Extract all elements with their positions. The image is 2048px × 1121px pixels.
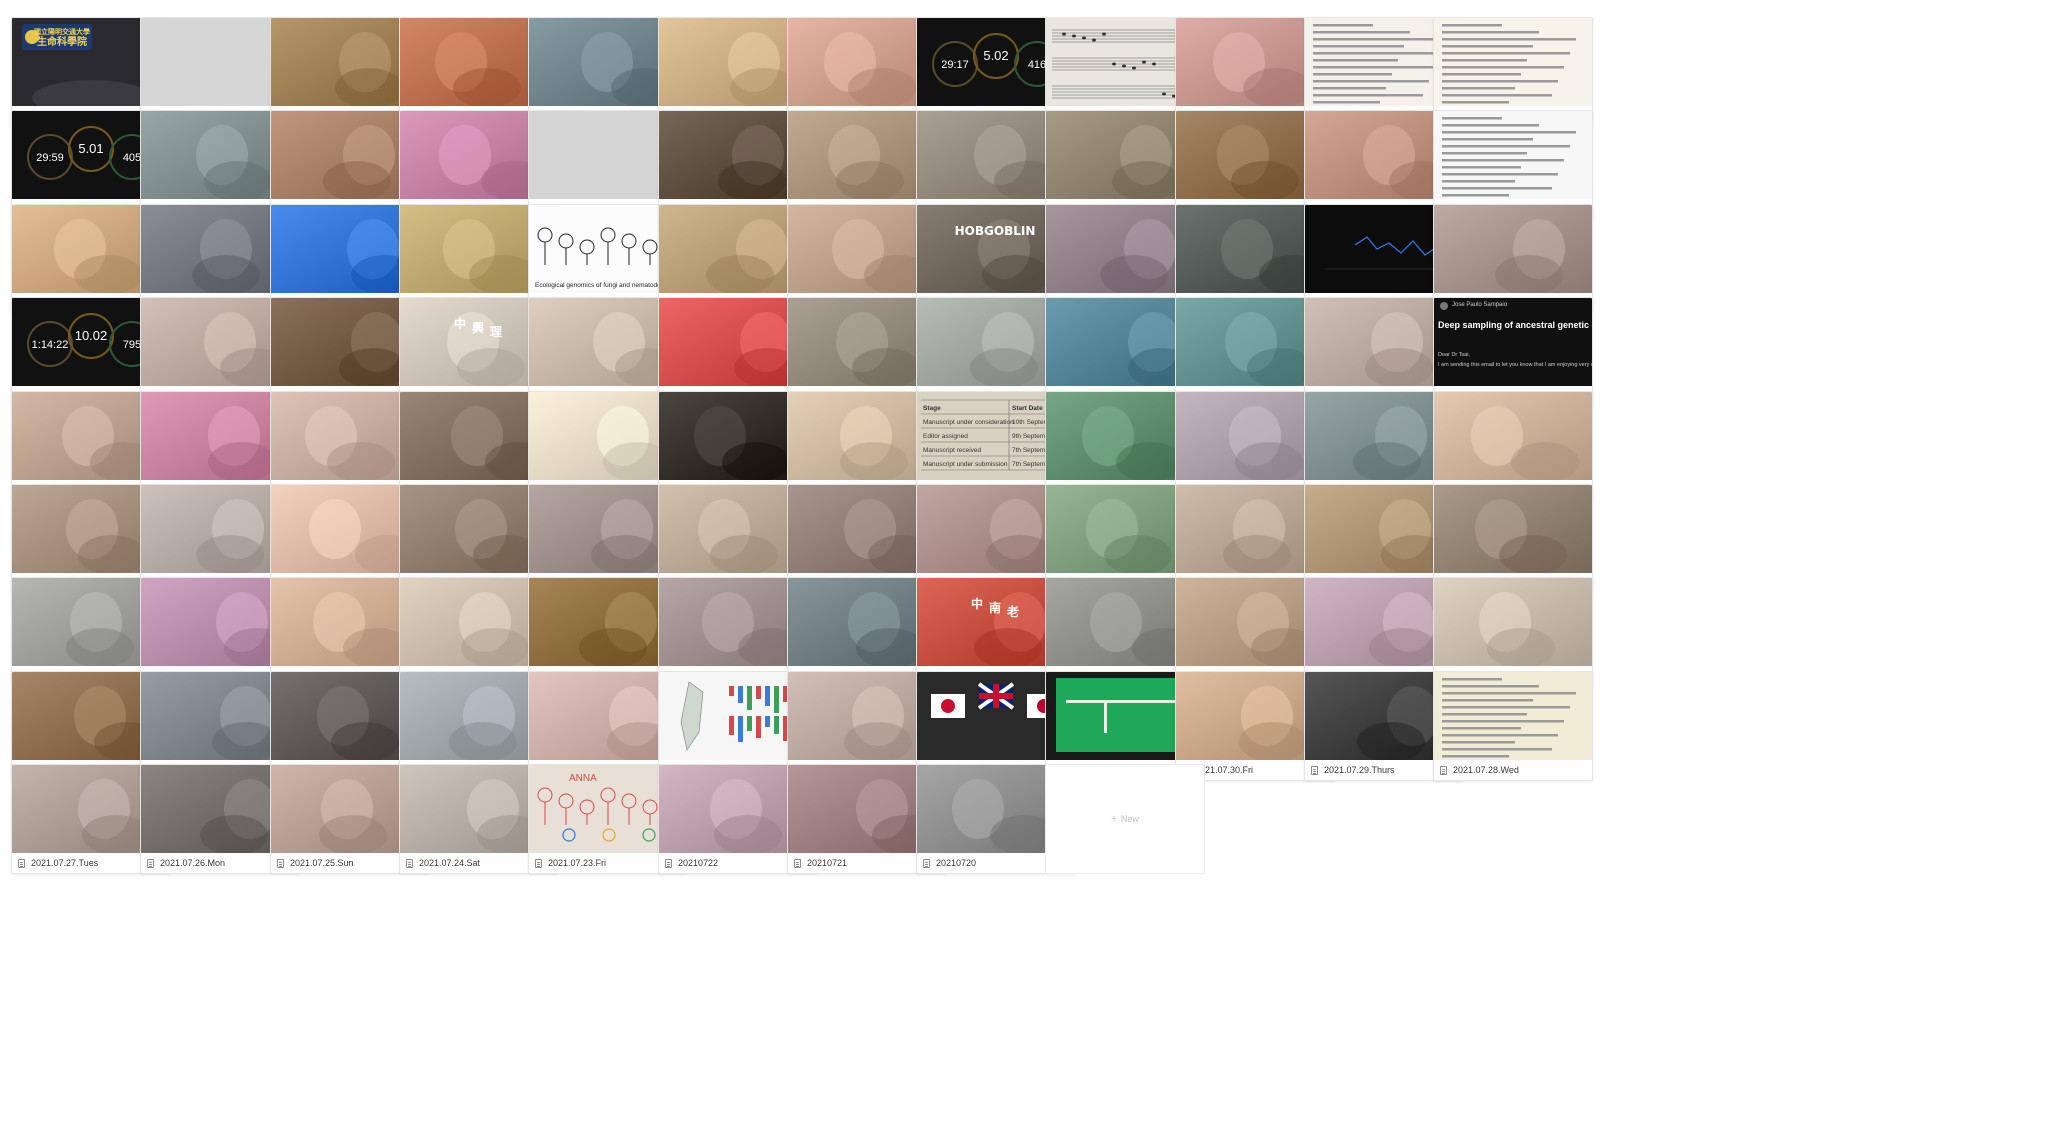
email-text: Deep sampling of ancestral genetic diver… xyxy=(1438,320,1592,330)
table-cell: Stage xyxy=(923,405,941,412)
card-cover-image xyxy=(1434,111,1592,199)
activity-stat: 29:59 xyxy=(36,152,64,164)
activity-stat: 1:14:22 xyxy=(32,339,69,351)
table-cell: Start Date xyxy=(1012,405,1043,412)
page-icon xyxy=(406,858,413,868)
card-cover-image xyxy=(1434,485,1592,573)
email-text: I am sending this email to let you know … xyxy=(1438,362,1592,368)
table-cell: Manuscript under submission xyxy=(923,461,1008,468)
card-title: 2021.07.24.Sat xyxy=(419,858,481,868)
table-cell: Editor assigned xyxy=(923,433,968,440)
photo-text: 理 xyxy=(490,325,502,339)
drawing-text: Ecological genomics of fungi and nematod… xyxy=(535,282,665,289)
page-icon xyxy=(18,858,25,868)
card-cover-image xyxy=(1434,578,1592,666)
photo-text: 興 xyxy=(472,320,484,335)
card-title: 2021.07.23.Fri xyxy=(548,858,607,868)
email-text: Dear Dr Tsai, xyxy=(1438,352,1470,358)
card-title: 20210721 xyxy=(807,858,848,868)
page-icon xyxy=(923,858,930,868)
activity-stat: 416 xyxy=(1028,59,1046,71)
activity-stat: 405 xyxy=(123,152,141,164)
badge-text: 生命科學院 xyxy=(37,35,87,48)
plus-icon: + xyxy=(1111,813,1117,825)
card-title: 2021.07.26.Mon xyxy=(160,858,226,868)
card-cover-image: Jose Paulo Sampaio Deep sampling of ances… xyxy=(1434,298,1592,386)
page-icon xyxy=(1311,765,1318,775)
photo-text: HOBGOBLIN xyxy=(955,224,1036,238)
page-icon xyxy=(794,858,801,868)
page-icon xyxy=(535,858,542,868)
email-text: Jose Paulo Sampaio xyxy=(1452,302,1508,308)
card-title: 2021.07.27.Tues xyxy=(31,858,99,868)
card-cover-image xyxy=(1434,392,1592,480)
card-title: 2021.07.28.Wed xyxy=(1453,765,1519,775)
card-title-row: 2021.07.28.Wed xyxy=(1434,760,1592,780)
gallery-card[interactable]: 2021.07.28.Wed xyxy=(1433,671,1593,781)
activity-stat: 5.02 xyxy=(983,48,1008,63)
card-title: 20210720 xyxy=(936,858,977,868)
activity-stat: 10.02 xyxy=(75,328,108,343)
card-cover-image xyxy=(1434,205,1592,293)
new-card-label: New xyxy=(1120,814,1139,824)
table-cell: Manuscript under consideration xyxy=(923,419,1014,426)
table-cell: Manuscript received xyxy=(923,447,982,454)
activity-stat: 29:17 xyxy=(941,59,969,71)
card-title: 2021.07.29.Thurs xyxy=(1324,765,1395,775)
photo-text: 老 xyxy=(1007,604,1019,619)
gallery-view: 國立陽明交通大學生命科學院2021.11.10.Wed2021.11.09.Tu… xyxy=(0,0,2048,1121)
card-cover-image xyxy=(1434,18,1592,106)
page-icon xyxy=(147,858,154,868)
card-title: 20210722 xyxy=(678,858,719,868)
page-icon xyxy=(1440,765,1447,775)
activity-stat: 795 xyxy=(123,339,141,351)
drawing-text: ANNA xyxy=(569,773,597,784)
photo-text: 南 xyxy=(989,600,1001,615)
page-icon xyxy=(277,858,284,868)
activity-stat: 5.01 xyxy=(78,141,103,156)
card-title: 2021.07.25.Sun xyxy=(290,858,354,868)
badge-text: 國立陽明交通大學 xyxy=(34,27,90,36)
new-card-button[interactable]: + New xyxy=(1045,764,1205,874)
photo-text: 中 xyxy=(971,596,983,611)
photo-text: 中 xyxy=(454,316,466,331)
card-cover-image xyxy=(1434,672,1592,760)
page-icon xyxy=(665,858,672,868)
